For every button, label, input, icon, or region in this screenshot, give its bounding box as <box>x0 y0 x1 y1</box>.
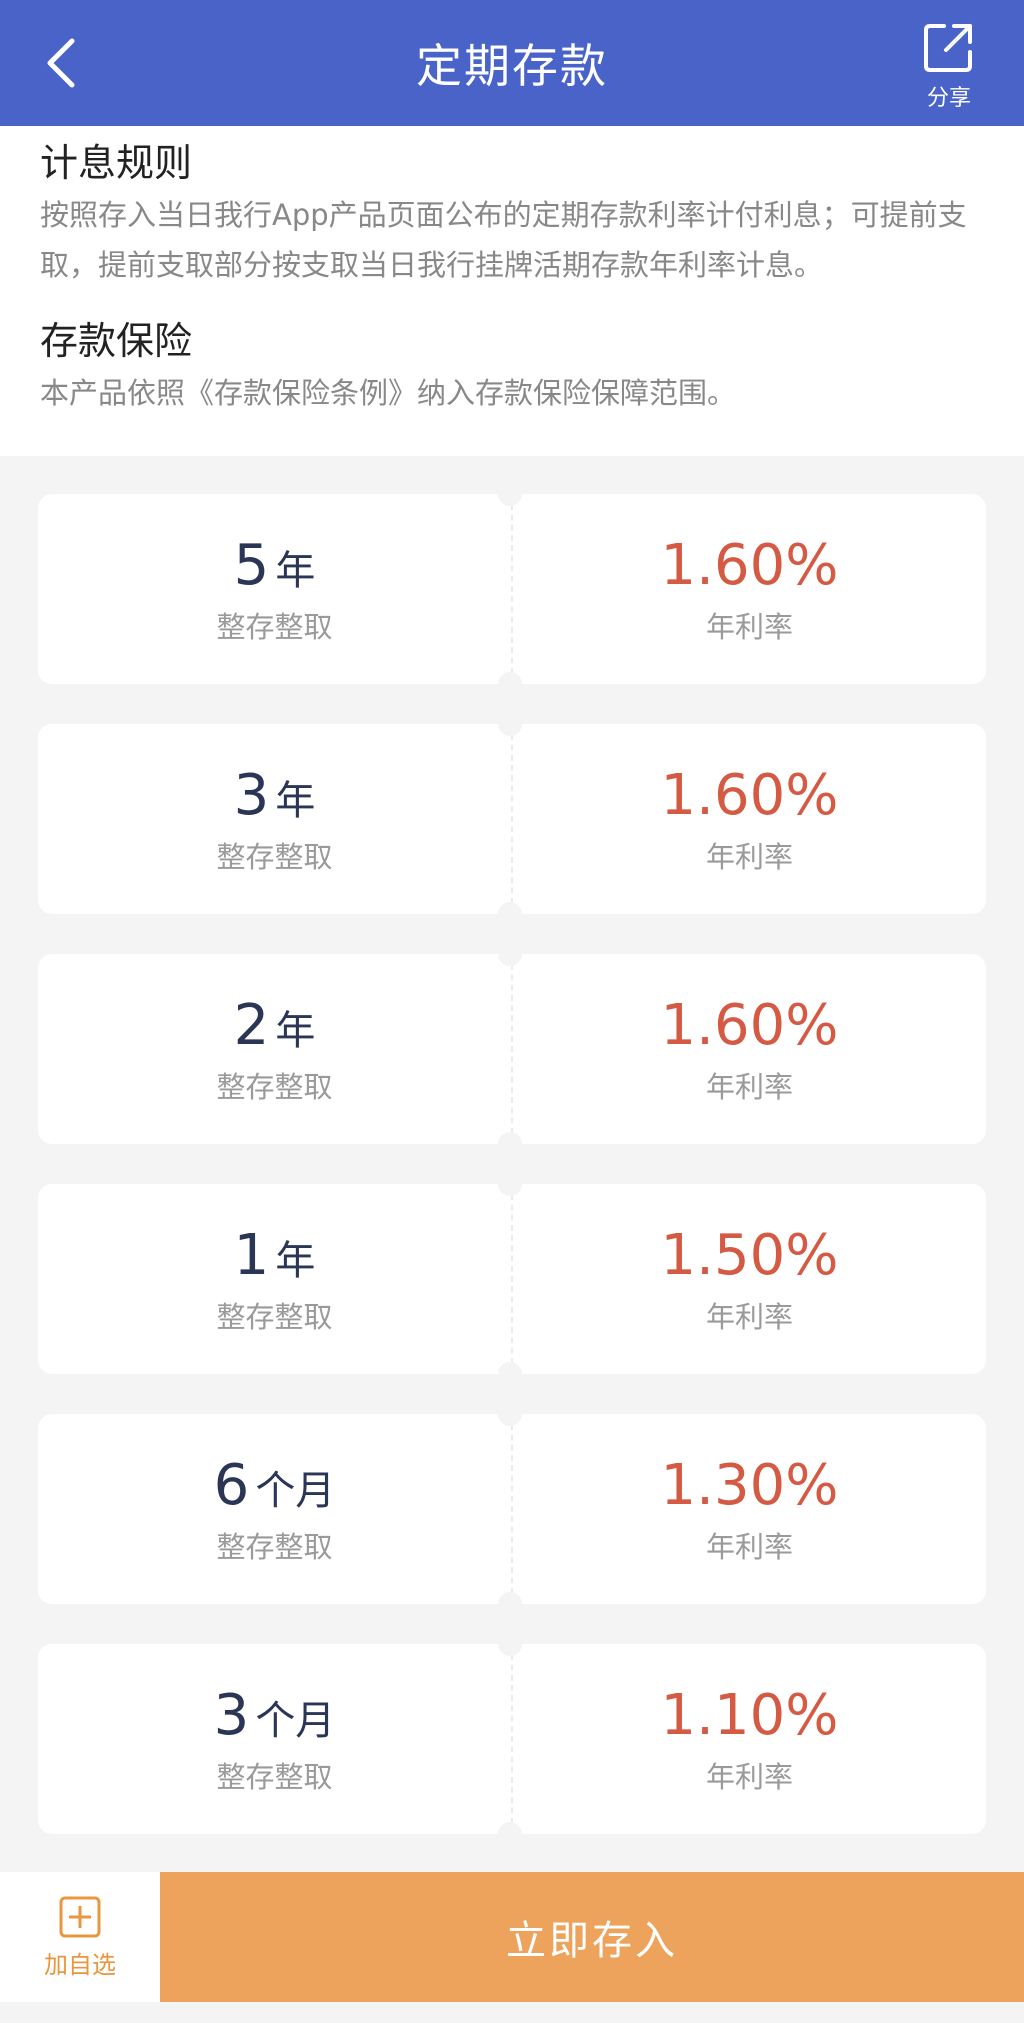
rate-label: 年利率 <box>705 839 793 874</box>
product-info-section: 计息规则 按照存入当日我行App产品页面公布的定期存款利率计付利息；可提前支取，… <box>0 126 1024 456</box>
term-block: 6 个月 整存整取 <box>38 1414 513 1604</box>
interest-rate: 1.50% <box>660 1222 839 1288</box>
deposit-type: 整存整取 <box>216 1529 333 1564</box>
term-block: 1 年 整存整取 <box>38 1184 513 1374</box>
term: 6 个月 <box>214 1453 336 1518</box>
add-favorite-label: 加自选 <box>44 1950 116 1979</box>
term: 1 年 <box>234 1223 316 1288</box>
term: 5 年 <box>234 533 316 598</box>
rate-label: 年利率 <box>705 1069 793 1104</box>
term-number: 1 <box>233 1222 270 1288</box>
term-number: 3 <box>213 1682 250 1748</box>
product-list: 5 年 整存整取 1.60% 年利率 3 年 整存整取 1.60% 年利率 2 … <box>38 482 986 1874</box>
card-notch <box>498 1362 522 1386</box>
deposit-type: 整存整取 <box>216 609 333 644</box>
product-card-3y[interactable]: 3 年 整存整取 1.60% 年利率 <box>38 712 986 926</box>
interest-rate: 1.60% <box>660 762 839 828</box>
card-notch <box>498 902 522 926</box>
rate-label: 年利率 <box>705 1759 793 1794</box>
rate-block: 1.60% 年利率 <box>513 954 986 1144</box>
product-card-6m[interactable]: 6 个月 整存整取 1.30% 年利率 <box>38 1402 986 1616</box>
card-notch <box>498 672 522 696</box>
rules-title: 计息规则 <box>40 141 193 185</box>
card-notch <box>498 1132 522 1156</box>
card-notch <box>498 1402 522 1426</box>
plus-square-icon <box>59 1896 101 1937</box>
term-number: 2 <box>233 992 270 1058</box>
top-nav-bar: 定期存款 分享 <box>0 0 1024 126</box>
card-notch <box>498 712 522 736</box>
rate-block: 1.50% 年利率 <box>513 1184 986 1374</box>
rules-text: 按照存入当日我行App产品页面公布的定期存款利率计付利息；可提前支取，提前支取部… <box>40 198 967 282</box>
term-block: 5 年 整存整取 <box>38 494 513 684</box>
term-unit: 年 <box>275 777 316 824</box>
insurance-text: 本产品依照《存款保险条例》纳入存款保险保障范围。 <box>40 376 737 410</box>
card-notch <box>498 942 522 966</box>
interest-rate: 1.60% <box>660 992 839 1058</box>
interest-rate: 1.10% <box>660 1682 839 1748</box>
term-block: 3 年 整存整取 <box>38 724 513 914</box>
deposit-type: 整存整取 <box>216 1069 333 1104</box>
add-favorite-button[interactable]: 加自选 <box>0 1872 160 2002</box>
rate-label: 年利率 <box>705 1529 793 1564</box>
rate-label: 年利率 <box>705 609 793 644</box>
share-button[interactable]: 分享 <box>904 20 994 120</box>
interest-rate: 1.30% <box>660 1452 839 1518</box>
term: 3 年 <box>234 763 316 828</box>
deposit-type: 整存整取 <box>216 1299 333 1334</box>
term: 2 年 <box>234 993 316 1058</box>
term-unit: 个月 <box>255 1697 336 1744</box>
page-title: 定期存款 <box>416 39 608 93</box>
term-block: 2 年 整存整取 <box>38 954 513 1144</box>
rate-block: 1.60% 年利率 <box>513 724 986 914</box>
deposit-type: 整存整取 <box>216 839 333 874</box>
term-number: 6 <box>213 1452 250 1518</box>
product-card-5y[interactable]: 5 年 整存整取 1.60% 年利率 <box>38 482 986 696</box>
term-number: 5 <box>233 532 270 598</box>
product-card-1y[interactable]: 1 年 整存整取 1.50% 年利率 <box>38 1172 986 1386</box>
card-notch <box>498 1172 522 1196</box>
share-icon <box>924 24 972 72</box>
rate-block: 1.30% 年利率 <box>513 1414 986 1604</box>
card-notch <box>498 1822 522 1846</box>
term-unit: 年 <box>275 547 316 594</box>
deposit-now-button[interactable]: 立即存入 <box>160 1872 1024 2002</box>
rate-label: 年利率 <box>705 1299 793 1334</box>
deposit-type: 整存整取 <box>216 1759 333 1794</box>
product-card-3m[interactable]: 3 个月 整存整取 1.10% 年利率 <box>38 1632 986 1846</box>
card-notch <box>498 1592 522 1616</box>
term-number: 3 <box>233 762 270 828</box>
rate-block: 1.10% 年利率 <box>513 1644 986 1834</box>
insurance-title: 存款保险 <box>40 319 193 363</box>
bottom-safe-area <box>0 2002 1024 2023</box>
card-notch <box>498 482 522 506</box>
card-notch <box>498 1632 522 1656</box>
term-block: 3 个月 整存整取 <box>38 1644 513 1834</box>
interest-rate: 1.60% <box>660 532 839 598</box>
rate-block: 1.60% 年利率 <box>513 494 986 684</box>
share-label: 分享 <box>926 86 971 111</box>
term-unit: 年 <box>275 1237 316 1284</box>
product-card-2y[interactable]: 2 年 整存整取 1.60% 年利率 <box>38 942 986 1156</box>
term: 3 个月 <box>214 1683 336 1748</box>
term-unit: 个月 <box>255 1467 336 1514</box>
term-unit: 年 <box>275 1007 316 1054</box>
bottom-action-bar: 加自选 立即存入 <box>0 1872 1024 2002</box>
